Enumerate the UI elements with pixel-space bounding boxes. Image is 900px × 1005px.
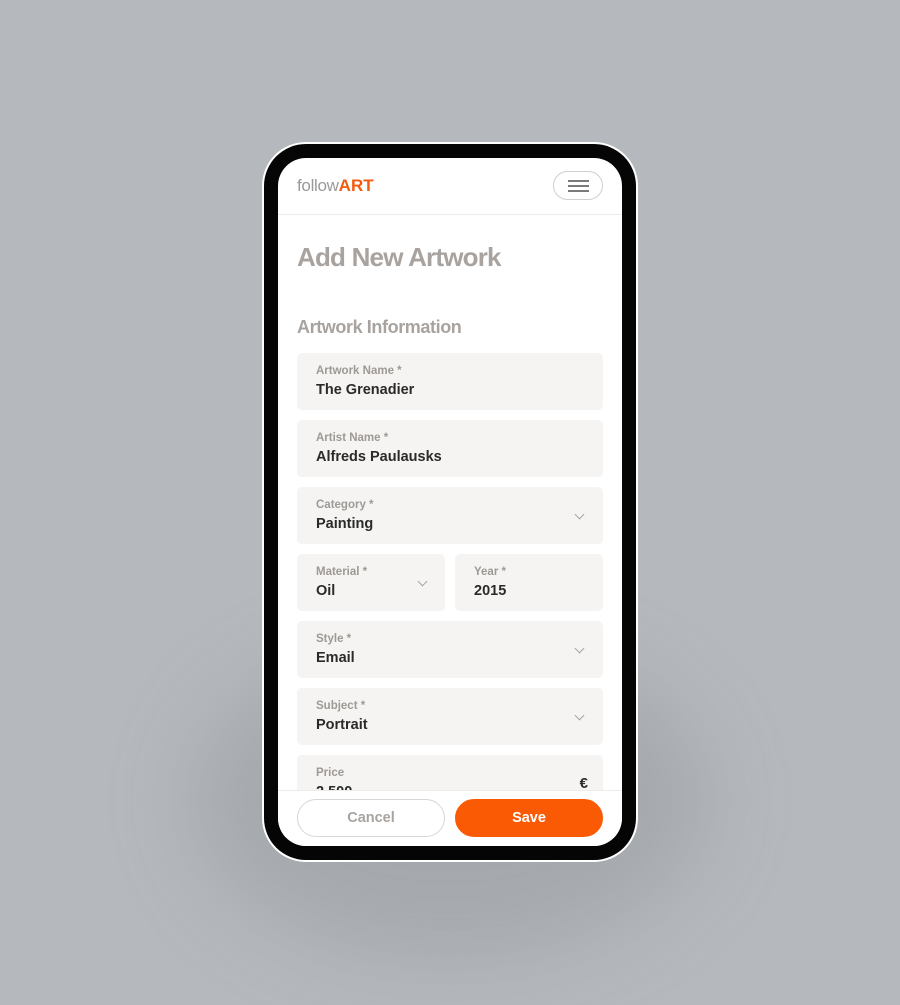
- page-title: Add New Artwork: [297, 242, 502, 272]
- phone-device: followART Add New Artwork Artwork Inform…: [262, 142, 638, 862]
- year-value: 2015: [474, 583, 507, 599]
- style-select[interactable]: Style * Email: [297, 621, 603, 678]
- artist-name-field[interactable]: Artist Name * Alfreds Paulausks: [297, 420, 603, 477]
- artwork-name-label: Artwork Name *: [316, 365, 402, 377]
- menu-button[interactable]: [553, 171, 603, 200]
- material-value: Oil: [316, 583, 336, 599]
- artist-name-value: Alfreds Paulausks: [316, 449, 442, 465]
- form-footer: Cancel Save: [278, 790, 622, 846]
- style-label: Style *: [316, 633, 352, 645]
- chevron-down-icon: [417, 576, 428, 587]
- artwork-name-value: The Grenadier: [316, 382, 415, 398]
- save-button[interactable]: Save: [455, 799, 603, 837]
- year-label: Year *: [474, 566, 506, 578]
- cancel-button[interactable]: Cancel: [297, 799, 445, 837]
- category-value: Painting: [316, 516, 374, 532]
- chevron-down-icon: [574, 643, 585, 654]
- subject-label: Subject *: [316, 700, 366, 712]
- material-select[interactable]: Material * Oil: [297, 554, 445, 611]
- price-label: Price: [316, 767, 345, 779]
- artist-name-label: Artist Name *: [316, 432, 389, 444]
- app-screen: followART Add New Artwork Artwork Inform…: [278, 158, 622, 846]
- app-header: followART: [278, 158, 622, 215]
- chevron-down-icon: [574, 509, 585, 520]
- subject-select[interactable]: Subject * Portrait: [297, 688, 603, 745]
- logo-bold-text: ART: [338, 176, 374, 195]
- style-value: Email: [316, 650, 355, 666]
- section-title: Artwork Information: [297, 317, 462, 337]
- chevron-down-icon: [574, 710, 585, 721]
- category-label: Category *: [316, 499, 374, 511]
- brand-logo[interactable]: followART: [297, 176, 374, 196]
- subject-value: Portrait: [316, 717, 368, 733]
- year-field[interactable]: Year * 2015: [455, 554, 603, 611]
- category-select[interactable]: Category * Painting: [297, 487, 603, 544]
- material-label: Material *: [316, 566, 368, 578]
- phone-frame: followART Add New Artwork Artwork Inform…: [264, 144, 636, 860]
- artwork-name-field[interactable]: Artwork Name * The Grenadier: [297, 353, 603, 410]
- logo-light-text: follow: [297, 176, 339, 195]
